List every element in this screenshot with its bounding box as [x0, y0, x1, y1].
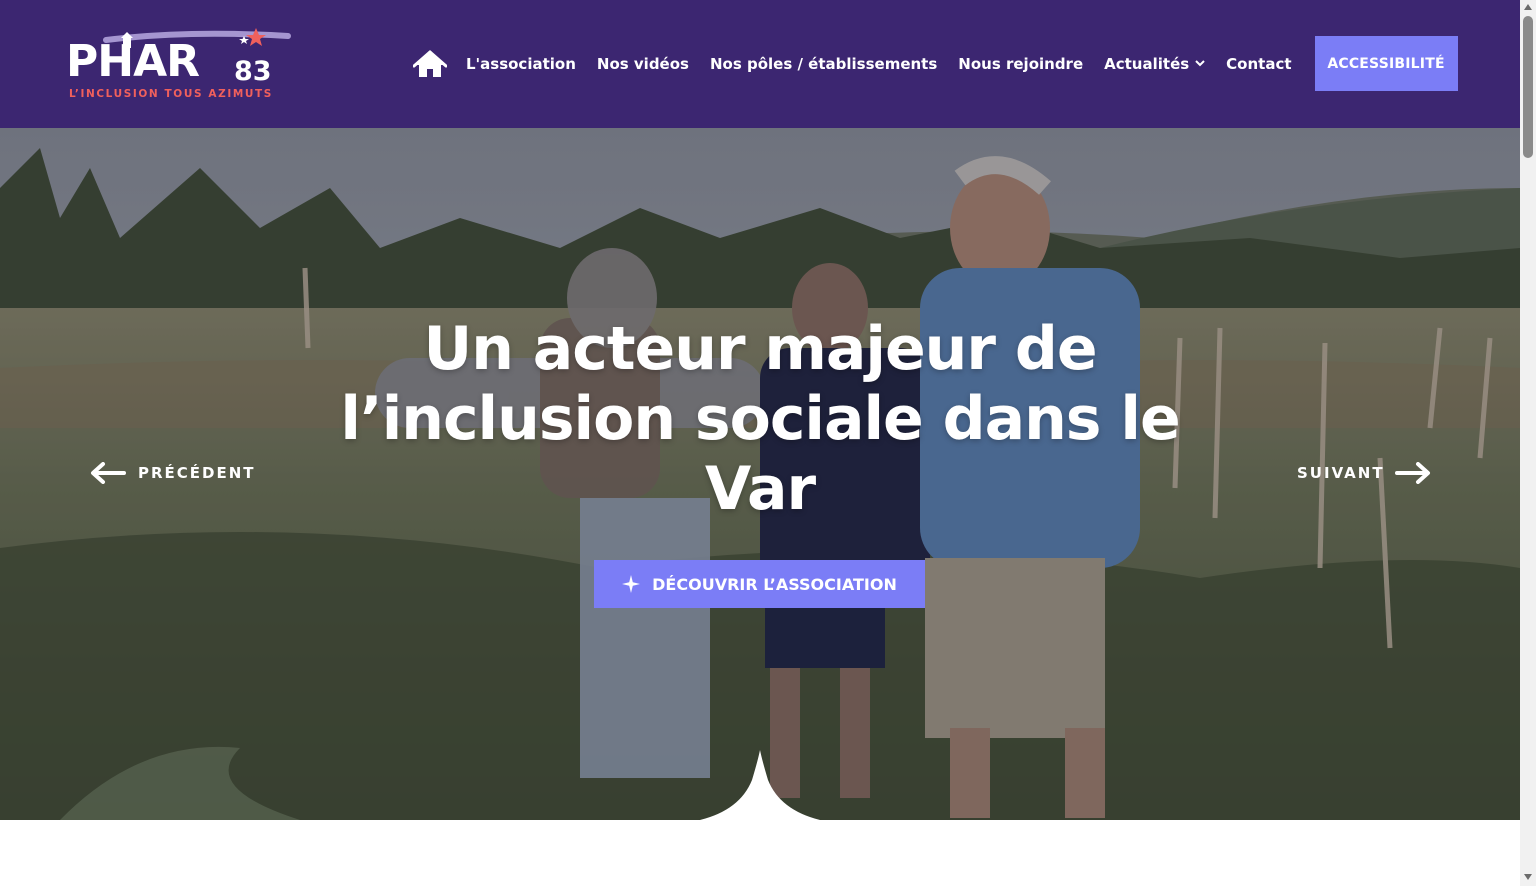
site-logo[interactable]: PHAR 83 L’INCLUSION TOUS AZIMUTS [66, 26, 292, 104]
nav-item-rejoindre[interactable]: Nous rejoindre [958, 55, 1083, 73]
cta-label: DÉCOUVRIR L’ASSOCIATION [652, 574, 897, 594]
scroll-down-icon[interactable] [1524, 874, 1532, 880]
nav-item-label: Contact [1226, 54, 1292, 73]
main-nav: L'association Nos vidéos Nos pôles / éta… [412, 36, 1458, 91]
nav-item-label: Actualités [1104, 54, 1190, 73]
discover-association-button[interactable]: DÉCOUVRIR L’ASSOCIATION [594, 560, 925, 608]
nav-item-poles[interactable]: Nos pôles / établissements [710, 55, 937, 73]
nav-home[interactable] [412, 46, 448, 82]
logo-tagline: L’INCLUSION TOUS AZIMUTS [69, 88, 273, 100]
hero-slider: Un acteur majeur de l’inclusion sociale … [0, 128, 1520, 820]
page-scrollbar[interactable] [1520, 0, 1536, 886]
nav-item-association[interactable]: L'association [466, 55, 576, 73]
nav-item-contact[interactable]: Contact [1226, 55, 1291, 73]
slider-next-button[interactable]: SUIVANT [1297, 462, 1431, 484]
page: PHAR 83 L’INCLUSION TOUS AZIMUTS L'assoc… [0, 0, 1536, 886]
accessibility-button[interactable]: ACCESSIBILITÉ [1314, 36, 1458, 91]
home-icon [413, 50, 447, 77]
hero-bottom-notch [700, 750, 820, 820]
logo-number: 83 [234, 56, 272, 87]
scroll-thumb[interactable] [1523, 16, 1533, 158]
arrow-right-icon [1394, 462, 1430, 484]
nav-item-label: Nos pôles / établissements [709, 54, 938, 73]
nav-item-label: Nos vidéos [596, 54, 689, 73]
slider-prev-label: PRÉCÉDENT [138, 464, 256, 482]
logo-name: PHAR [66, 36, 200, 87]
nav-item-actualites[interactable]: Actualités [1104, 55, 1205, 73]
sparkle-icon [622, 575, 641, 593]
slider-next-label: SUIVANT [1297, 464, 1385, 482]
slider-prev-button[interactable]: PRÉCÉDENT [90, 462, 256, 484]
arrow-left-icon [91, 462, 126, 484]
nav-item-videos[interactable]: Nos vidéos [597, 55, 689, 73]
site-header: PHAR 83 L’INCLUSION TOUS AZIMUTS L'assoc… [0, 0, 1520, 128]
hero-title: Un acteur majeur de l’inclusion sociale … [340, 314, 1180, 524]
chevron-down-icon [1195, 60, 1205, 67]
nav-item-label: L'association [466, 54, 576, 73]
scroll-up-icon[interactable] [1524, 4, 1532, 10]
nav-item-label: Nous rejoindre [958, 54, 1084, 73]
